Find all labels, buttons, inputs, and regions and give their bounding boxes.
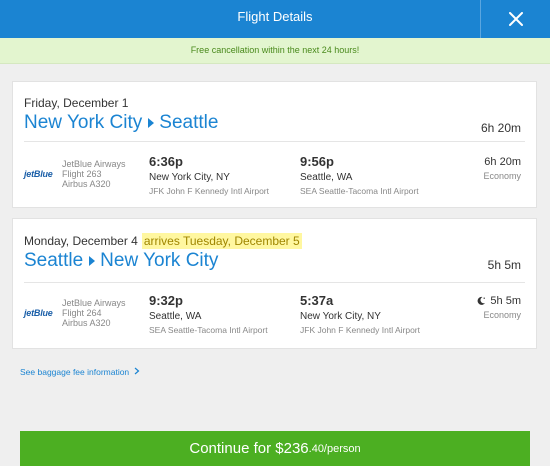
continue-price: Continue for $236	[189, 440, 309, 457]
departure-time: 9:32p	[149, 293, 183, 308]
aircraft-type: Airbus A320	[62, 179, 111, 189]
airline-name: JetBlue Airways	[62, 159, 126, 169]
close-icon	[508, 12, 523, 26]
departure-airport: JFK John F Kennedy Intl Airport	[149, 186, 270, 196]
destination-city: New York City	[100, 250, 219, 271]
departure-info: 9:32p Seattle, WA SEA Seattle-Tacoma Int…	[149, 293, 268, 336]
airline-name: JetBlue Airways	[62, 298, 126, 308]
cabin-class: Economy	[483, 310, 521, 320]
airline-info: JetBlue Airways Flight 264 Airbus A320	[62, 298, 126, 328]
divider	[24, 141, 525, 142]
cabin-class: Economy	[483, 171, 521, 181]
aircraft-type: Airbus A320	[62, 318, 111, 328]
arrival-time: 9:56p	[300, 154, 334, 169]
chevron-right-icon	[134, 367, 139, 375]
flight-card-return: Monday, December 4 arrives Tuesday, Decem…	[12, 218, 537, 349]
divider	[24, 282, 525, 283]
flight-date: Friday, December 1	[24, 96, 129, 110]
continue-button[interactable]: Continue for $236.40/person	[20, 431, 530, 466]
cancellation-banner: Free cancellation within the next 24 hou…	[0, 38, 550, 64]
airline-info: JetBlue Airways Flight 263 Airbus A320	[62, 159, 126, 189]
destination-city: Seattle	[159, 112, 219, 133]
arrival-airport: SEA Seattle-Tacoma Intl Airport	[300, 186, 419, 196]
arrival-city: Seattle, WA	[300, 172, 353, 183]
arrival-time: 5:37a	[300, 293, 334, 308]
segment-duration-row: 5h 5m	[476, 294, 521, 308]
route-title: New York City Seattle	[24, 112, 218, 134]
arrival-info: 9:56p Seattle, WA SEA Seattle-Tacoma Int…	[300, 154, 419, 197]
departure-city: Seattle, WA	[149, 311, 202, 322]
airline-logo: jetBlue	[24, 308, 53, 318]
origin-city: Seattle	[24, 250, 84, 271]
departure-airport: SEA Seattle-Tacoma Intl Airport	[149, 325, 268, 335]
baggage-fee-link[interactable]: See baggage fee information	[20, 367, 140, 377]
segment-summary: 5h 5m Economy	[476, 294, 521, 320]
moon-icon	[478, 296, 486, 305]
route-duration: 5h 5m	[487, 258, 521, 272]
arrival-info: 5:37a New York City, NY JFK John F Kenne…	[300, 293, 421, 336]
airline-logo: jetBlue	[24, 169, 53, 179]
flight-number: Flight 263	[62, 169, 102, 179]
route-duration: 6h 20m	[480, 121, 521, 135]
route-arrow-icon	[89, 256, 96, 266]
origin-city: New York City	[24, 112, 143, 133]
close-button[interactable]	[480, 0, 550, 38]
route-arrow-icon	[148, 118, 155, 128]
flight-card-outbound: Friday, December 1 New York City Seattle…	[12, 81, 537, 208]
flight-date: Monday, December 4 arrives Tuesday, Decem…	[24, 233, 302, 249]
arrives-next-day-badge: arrives Tuesday, December 5	[141, 233, 302, 249]
segment-duration: 5h 5m	[490, 295, 521, 307]
departure-info: 6:36p New York City, NY JFK John F Kenne…	[149, 154, 270, 197]
departure-city: New York City, NY	[149, 172, 230, 183]
page-title: Flight Details	[237, 9, 313, 24]
segment-duration: 6h 20m	[484, 156, 521, 168]
header-bar: Flight Details	[0, 0, 550, 38]
departure-time: 6:36p	[149, 154, 183, 169]
flight-number: Flight 264	[62, 308, 102, 318]
baggage-fee-label: See baggage fee information	[20, 367, 130, 377]
arrival-airport: JFK John F Kennedy Intl Airport	[300, 325, 421, 335]
continue-price-cents: .40/person	[308, 442, 361, 455]
segment-summary: 6h 20m Economy	[483, 155, 521, 181]
arrival-city: New York City, NY	[300, 311, 381, 322]
route-title: Seattle New York City	[24, 250, 218, 272]
